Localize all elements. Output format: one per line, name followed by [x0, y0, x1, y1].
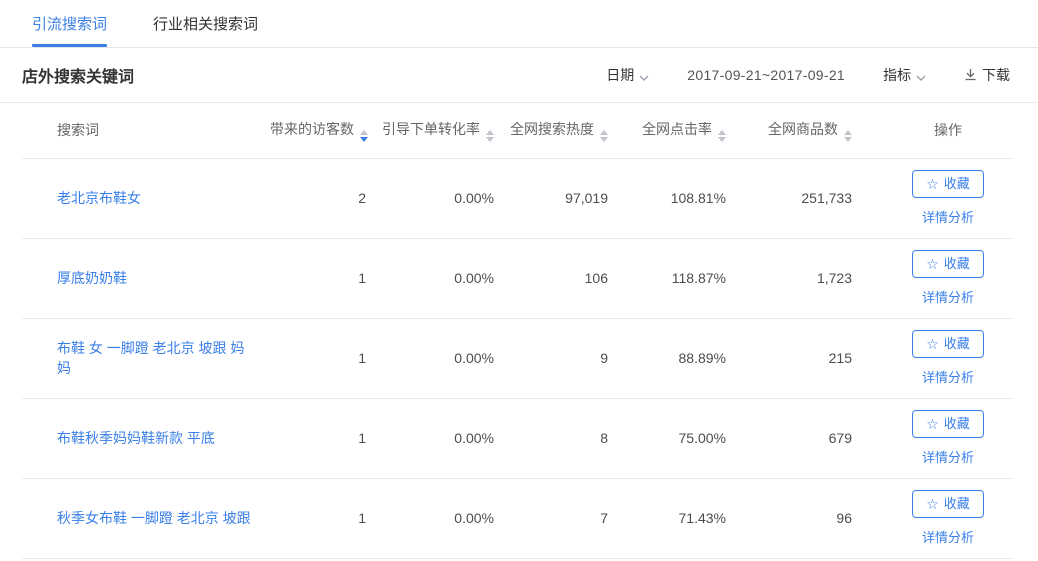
- favorite-button[interactable]: ☆ 收藏: [912, 250, 984, 278]
- favorite-label: 收藏: [944, 416, 970, 432]
- sort-icon[interactable]: [360, 130, 368, 142]
- table-row: 布鞋秋季妈妈鞋新款 平底 1 0.00% 8 75.00% 679 ☆ 收藏 详情…: [22, 398, 1014, 478]
- products-value: 215: [734, 318, 860, 398]
- keywords-table: 搜索词 带来的访客数 引导下单转化率 全网搜索热度 全网点击率 全网商品数 操作…: [22, 103, 1014, 559]
- col-header-label: 操作: [934, 122, 962, 138]
- tab-traffic-search-words[interactable]: 引流搜索词: [32, 0, 107, 47]
- metric-dropdown[interactable]: 指标: [883, 65, 926, 85]
- star-icon: ☆: [926, 497, 939, 511]
- ctr-value: 118.87%: [616, 238, 734, 318]
- star-icon: ☆: [926, 257, 939, 271]
- col-header-label: 全网点击率: [642, 121, 712, 137]
- favorite-label: 收藏: [944, 336, 970, 352]
- favorite-label: 收藏: [944, 256, 970, 272]
- ctr-value: 71.43%: [616, 478, 734, 558]
- sort-icon[interactable]: [600, 130, 608, 142]
- table-row: 老北京布鞋女 2 0.00% 97,019 108.81% 251,733 ☆ 收…: [22, 158, 1014, 238]
- sort-icon[interactable]: [486, 130, 494, 142]
- search-heat-value: 106: [502, 238, 616, 318]
- table-row: 秋季女布鞋 一脚蹬 老北京 坡跟 1 0.00% 7 71.43% 96 ☆ 收藏…: [22, 478, 1014, 558]
- products-value: 679: [734, 398, 860, 478]
- detail-analysis-link[interactable]: 详情分析: [890, 287, 1006, 306]
- visitors-value: 1: [262, 398, 374, 478]
- section-header: 店外搜索关键词 日期 2017-09-21~2017-09-21 指标 下载: [0, 48, 1038, 103]
- search-heat-value: 9: [502, 318, 616, 398]
- col-header-search-heat[interactable]: 全网搜索热度: [502, 103, 616, 158]
- metric-dropdown-label: 指标: [883, 65, 911, 85]
- detail-analysis-link[interactable]: 详情分析: [890, 527, 1006, 546]
- star-icon: ☆: [926, 337, 939, 351]
- sort-icon[interactable]: [844, 130, 852, 142]
- products-value: 96: [734, 478, 860, 558]
- col-header-label: 搜索词: [57, 122, 99, 138]
- detail-analysis-link[interactable]: 详情分析: [890, 447, 1006, 466]
- date-range-value[interactable]: 2017-09-21~2017-09-21: [687, 67, 845, 83]
- visitors-value: 1: [262, 238, 374, 318]
- keyword-link[interactable]: 布鞋秋季妈妈鞋新款 平底: [57, 430, 215, 446]
- favorite-label: 收藏: [944, 496, 970, 512]
- products-value: 251,733: [734, 158, 860, 238]
- favorite-button[interactable]: ☆ 收藏: [912, 170, 984, 198]
- table-header-row: 搜索词 带来的访客数 引导下单转化率 全网搜索热度 全网点击率 全网商品数 操作: [22, 103, 1014, 158]
- col-header-products[interactable]: 全网商品数: [734, 103, 860, 158]
- tab-industry-related-search-words[interactable]: 行业相关搜索词: [153, 0, 258, 47]
- conversion-value: 0.00%: [374, 318, 502, 398]
- table-row: 厚底奶奶鞋 1 0.00% 106 118.87% 1,723 ☆ 收藏 详情分析: [22, 238, 1014, 318]
- visitors-value: 1: [262, 318, 374, 398]
- chevron-down-icon: [916, 68, 926, 84]
- ctr-value: 88.89%: [616, 318, 734, 398]
- col-header-label: 引导下单转化率: [382, 121, 480, 137]
- favorite-button[interactable]: ☆ 收藏: [912, 410, 984, 438]
- detail-analysis-link[interactable]: 详情分析: [890, 367, 1006, 386]
- col-header-label: 带来的访客数: [270, 121, 354, 137]
- sort-icon[interactable]: [718, 130, 726, 142]
- conversion-value: 0.00%: [374, 478, 502, 558]
- favorite-button[interactable]: ☆ 收藏: [912, 490, 984, 518]
- col-header-ctr[interactable]: 全网点击率: [616, 103, 734, 158]
- col-header-label: 全网搜索热度: [510, 121, 594, 137]
- header-controls: 日期 2017-09-21~2017-09-21 指标 下载: [606, 65, 1010, 85]
- visitors-value: 1: [262, 478, 374, 558]
- products-value: 1,723: [734, 238, 860, 318]
- ctr-value: 75.00%: [616, 398, 734, 478]
- conversion-value: 0.00%: [374, 158, 502, 238]
- conversion-value: 0.00%: [374, 398, 502, 478]
- conversion-value: 0.00%: [374, 238, 502, 318]
- keyword-link[interactable]: 布鞋 女 一脚蹬 老北京 坡跟 妈妈: [57, 340, 244, 376]
- col-header-conversion[interactable]: 引导下单转化率: [374, 103, 502, 158]
- col-header-visitors[interactable]: 带来的访客数: [262, 103, 374, 158]
- ctr-value: 108.81%: [616, 158, 734, 238]
- search-heat-value: 7: [502, 478, 616, 558]
- col-header-label: 全网商品数: [768, 121, 838, 137]
- download-button[interactable]: 下载: [964, 65, 1010, 85]
- visitors-value: 2: [262, 158, 374, 238]
- keyword-link[interactable]: 老北京布鞋女: [57, 190, 141, 206]
- tab-bar: 引流搜索词 行业相关搜索词: [0, 0, 1038, 48]
- date-dropdown[interactable]: 日期: [606, 65, 649, 85]
- download-icon: [964, 68, 977, 84]
- page-title: 店外搜索关键词: [22, 63, 134, 87]
- col-header-actions: 操作: [860, 103, 1014, 158]
- search-heat-value: 8: [502, 398, 616, 478]
- table-row: 布鞋 女 一脚蹬 老北京 坡跟 妈妈 1 0.00% 9 88.89% 215 …: [22, 318, 1014, 398]
- star-icon: ☆: [926, 417, 939, 431]
- date-dropdown-label: 日期: [606, 65, 634, 85]
- keyword-link[interactable]: 秋季女布鞋 一脚蹬 老北京 坡跟: [57, 510, 251, 526]
- chevron-down-icon: [639, 68, 649, 84]
- detail-analysis-link[interactable]: 详情分析: [890, 207, 1006, 226]
- favorite-button[interactable]: ☆ 收藏: [912, 330, 984, 358]
- col-header-keyword: 搜索词: [22, 103, 262, 158]
- search-heat-value: 97,019: [502, 158, 616, 238]
- download-label: 下载: [982, 65, 1010, 85]
- favorite-label: 收藏: [944, 176, 970, 192]
- star-icon: ☆: [926, 177, 939, 191]
- keyword-link[interactable]: 厚底奶奶鞋: [57, 270, 127, 286]
